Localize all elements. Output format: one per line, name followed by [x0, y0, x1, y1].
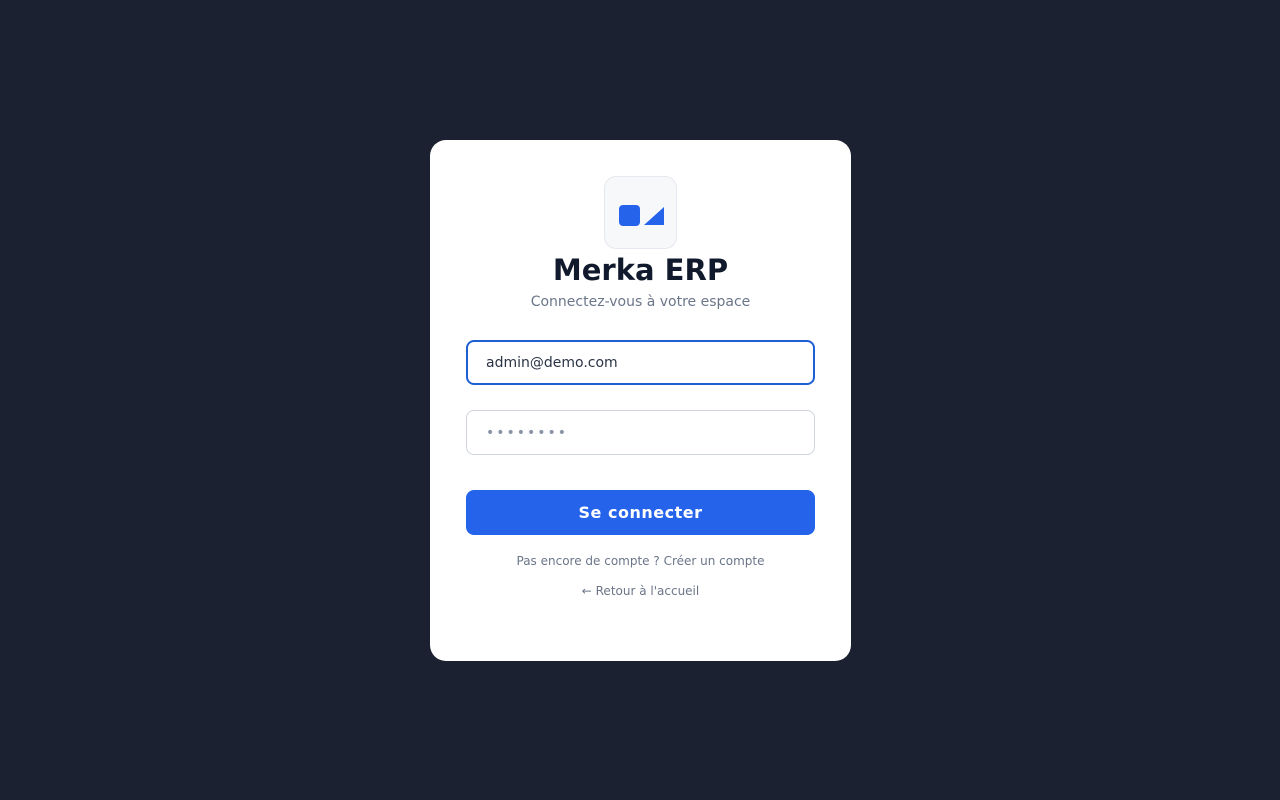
logo — [604, 176, 677, 249]
password-field[interactable] — [466, 410, 815, 455]
page-subtitle: Connectez-vous à votre espace — [530, 294, 751, 310]
back-home-link[interactable]: ← Retour à l'accueil — [582, 584, 699, 598]
email-field[interactable] — [466, 340, 815, 385]
create-account-link[interactable]: Créer un compte — [664, 554, 765, 568]
login-card: Merka ERP Connectez-vous à votre espace … — [430, 140, 851, 661]
signup-prompt: Pas encore de compte ? — [516, 554, 660, 568]
page-title: Merka ERP — [552, 253, 729, 287]
merka-logo-icon — [619, 205, 664, 226]
signup-row: Pas encore de compte ? Créer un compte — [430, 553, 851, 569]
back-row: ← Retour à l'accueil — [430, 583, 851, 599]
login-button[interactable]: Se connecter — [466, 490, 815, 535]
